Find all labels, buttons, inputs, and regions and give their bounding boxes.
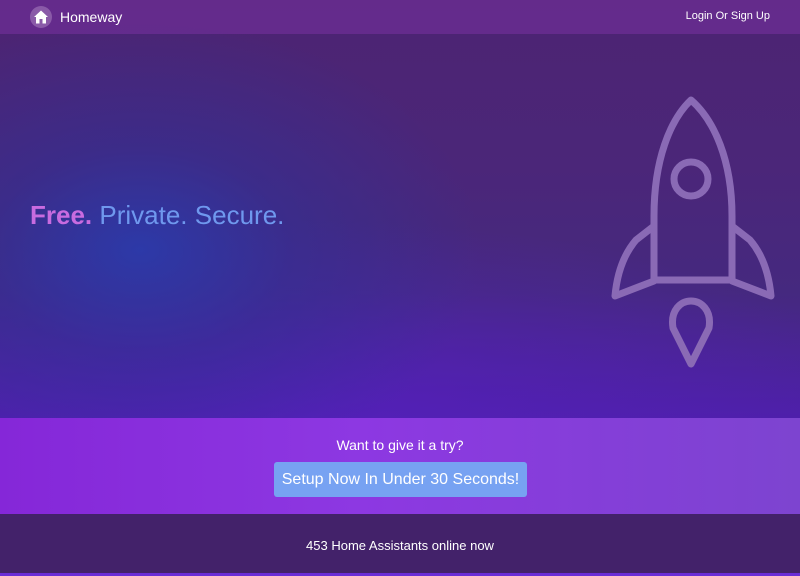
tagline-free: Free. (30, 200, 93, 230)
hero-tagline: Free. Private. Secure. (30, 199, 284, 231)
top-navbar: Homeway Login Or Sign Up (0, 0, 800, 34)
login-signup-link[interactable]: Login Or Sign Up (686, 10, 770, 22)
tagline-secure: Secure. (194, 200, 285, 230)
setup-now-button[interactable]: Setup Now In Under 30 Seconds! (274, 462, 527, 497)
landing-page: Homeway Login Or Sign Up Free. Private. … (0, 0, 800, 576)
home-icon (30, 6, 52, 28)
rocket-icon (611, 96, 775, 368)
tagline-private: Private. (99, 200, 188, 230)
online-count-text: 453 Home Assistants online now (306, 538, 494, 553)
brand-link[interactable]: Homeway (30, 5, 122, 29)
cta-question: Want to give it a try? (336, 437, 464, 453)
brand-name: Homeway (60, 9, 123, 25)
